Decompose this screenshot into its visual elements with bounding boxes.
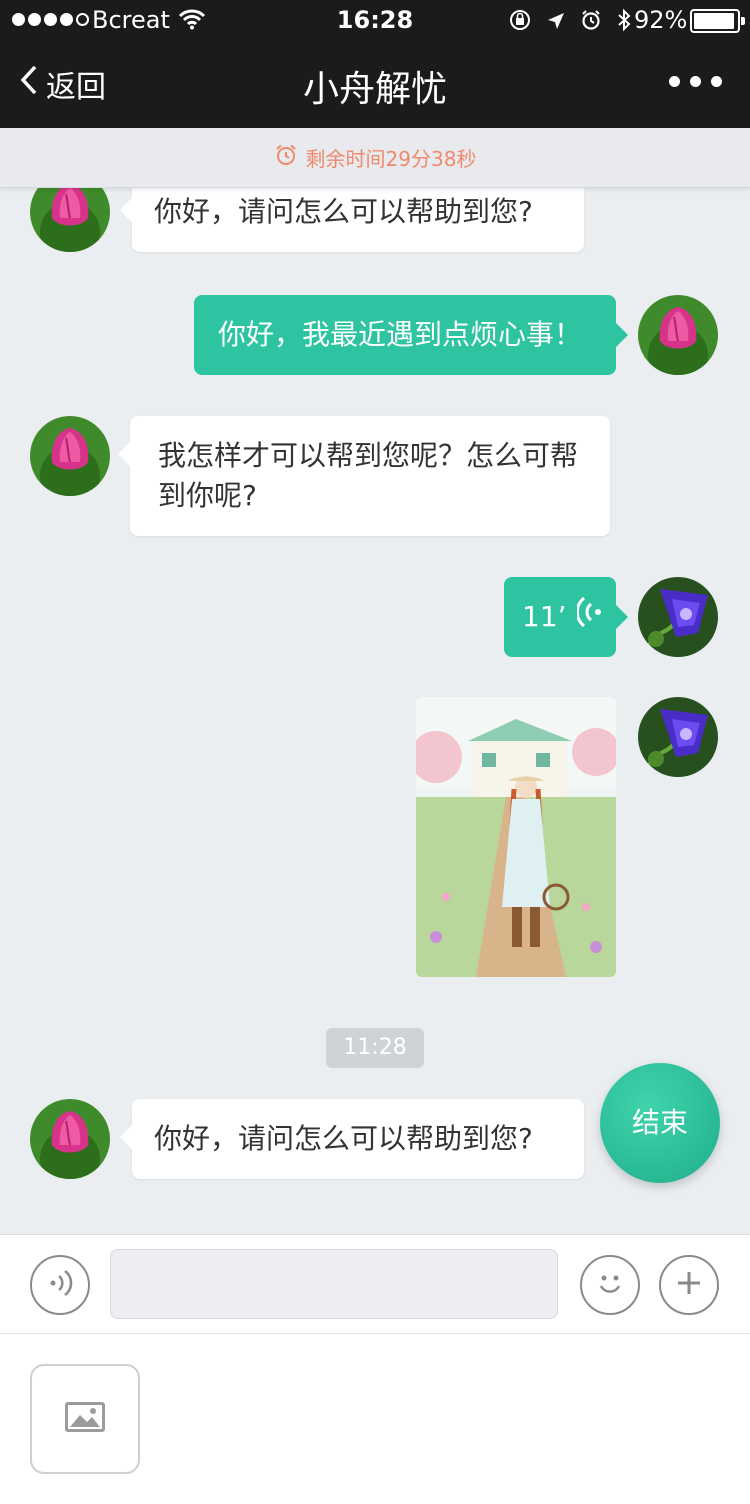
end-session-button[interactable]: 结束 — [600, 1063, 720, 1183]
top-bar: Bcreat 16:28 92% 返回 小舟解忧 — [0, 0, 750, 128]
user-avatar-morning-glory[interactable] — [638, 697, 718, 777]
remaining-time-text: 剩余时间29分38秒 — [305, 147, 477, 171]
image-icon — [63, 1400, 107, 1438]
illustration-image — [416, 697, 616, 977]
message-bubble[interactable]: 你好，我最近遇到点烦心事！ — [194, 295, 628, 375]
message-bubble[interactable]: 我怎样才可以帮到您呢？怎么可帮到你呢? — [118, 416, 610, 536]
battery-icon — [690, 9, 745, 33]
alarm-icon — [580, 9, 602, 37]
location-icon — [546, 9, 566, 37]
message-bubble[interactable]: 你好，请问怎么可以帮助到您? — [120, 188, 584, 252]
battery-percentage: 92% — [634, 6, 688, 34]
plus-icon — [674, 1268, 704, 1302]
message-text: 我怎样才可以帮到您呢？怎么可帮到你呢? — [158, 439, 579, 512]
more-options-icon[interactable] — [669, 76, 722, 87]
status-bar: Bcreat 16:28 92% — [0, 0, 750, 40]
message-text: 你好，我最近遇到点烦心事！ — [218, 318, 583, 351]
message-text: 你好，请问怎么可以帮助到您? — [154, 195, 533, 228]
voice-input-button[interactable] — [30, 1255, 90, 1315]
message-input[interactable] — [110, 1249, 558, 1319]
voice-icon — [45, 1268, 75, 1302]
smiley-icon — [593, 1266, 627, 1304]
user-avatar-morning-glory[interactable] — [638, 577, 718, 657]
chat-timestamp: 11:28 — [326, 1028, 424, 1068]
user-avatar[interactable] — [638, 295, 718, 375]
alarm-clock-icon — [274, 143, 298, 172]
message-text: 你好，请问怎么可以帮助到您? — [154, 1122, 533, 1155]
message-bubble[interactable]: 你好，请问怎么可以帮助到您? — [120, 1099, 584, 1179]
counselor-avatar[interactable] — [30, 188, 110, 252]
counselor-avatar[interactable] — [30, 416, 110, 496]
emoji-button[interactable] — [580, 1255, 640, 1315]
remaining-time-banner: 剩余时间29分38秒 — [0, 128, 750, 188]
input-bar — [0, 1234, 750, 1334]
chat-area[interactable]: 你好，请问怎么可以帮助到您? 你好，我最近遇到点烦心事！ 我怎样才可以帮到您呢？… — [0, 188, 750, 1234]
voice-message-bubble[interactable]: 11’ — [504, 577, 628, 657]
attachment-panel — [0, 1334, 750, 1504]
orientation-lock-icon — [508, 8, 532, 38]
more-actions-button[interactable] — [659, 1255, 719, 1315]
image-message[interactable] — [416, 697, 616, 977]
bluetooth-icon — [616, 8, 632, 38]
voice-wave-icon — [575, 595, 603, 640]
nav-bar: 返回 小舟解忧 — [0, 40, 750, 128]
voice-duration: 11’ — [522, 600, 567, 633]
counselor-avatar[interactable] — [30, 1099, 110, 1179]
page-title: 小舟解忧 — [302, 69, 447, 110]
send-image-button[interactable] — [30, 1364, 140, 1474]
